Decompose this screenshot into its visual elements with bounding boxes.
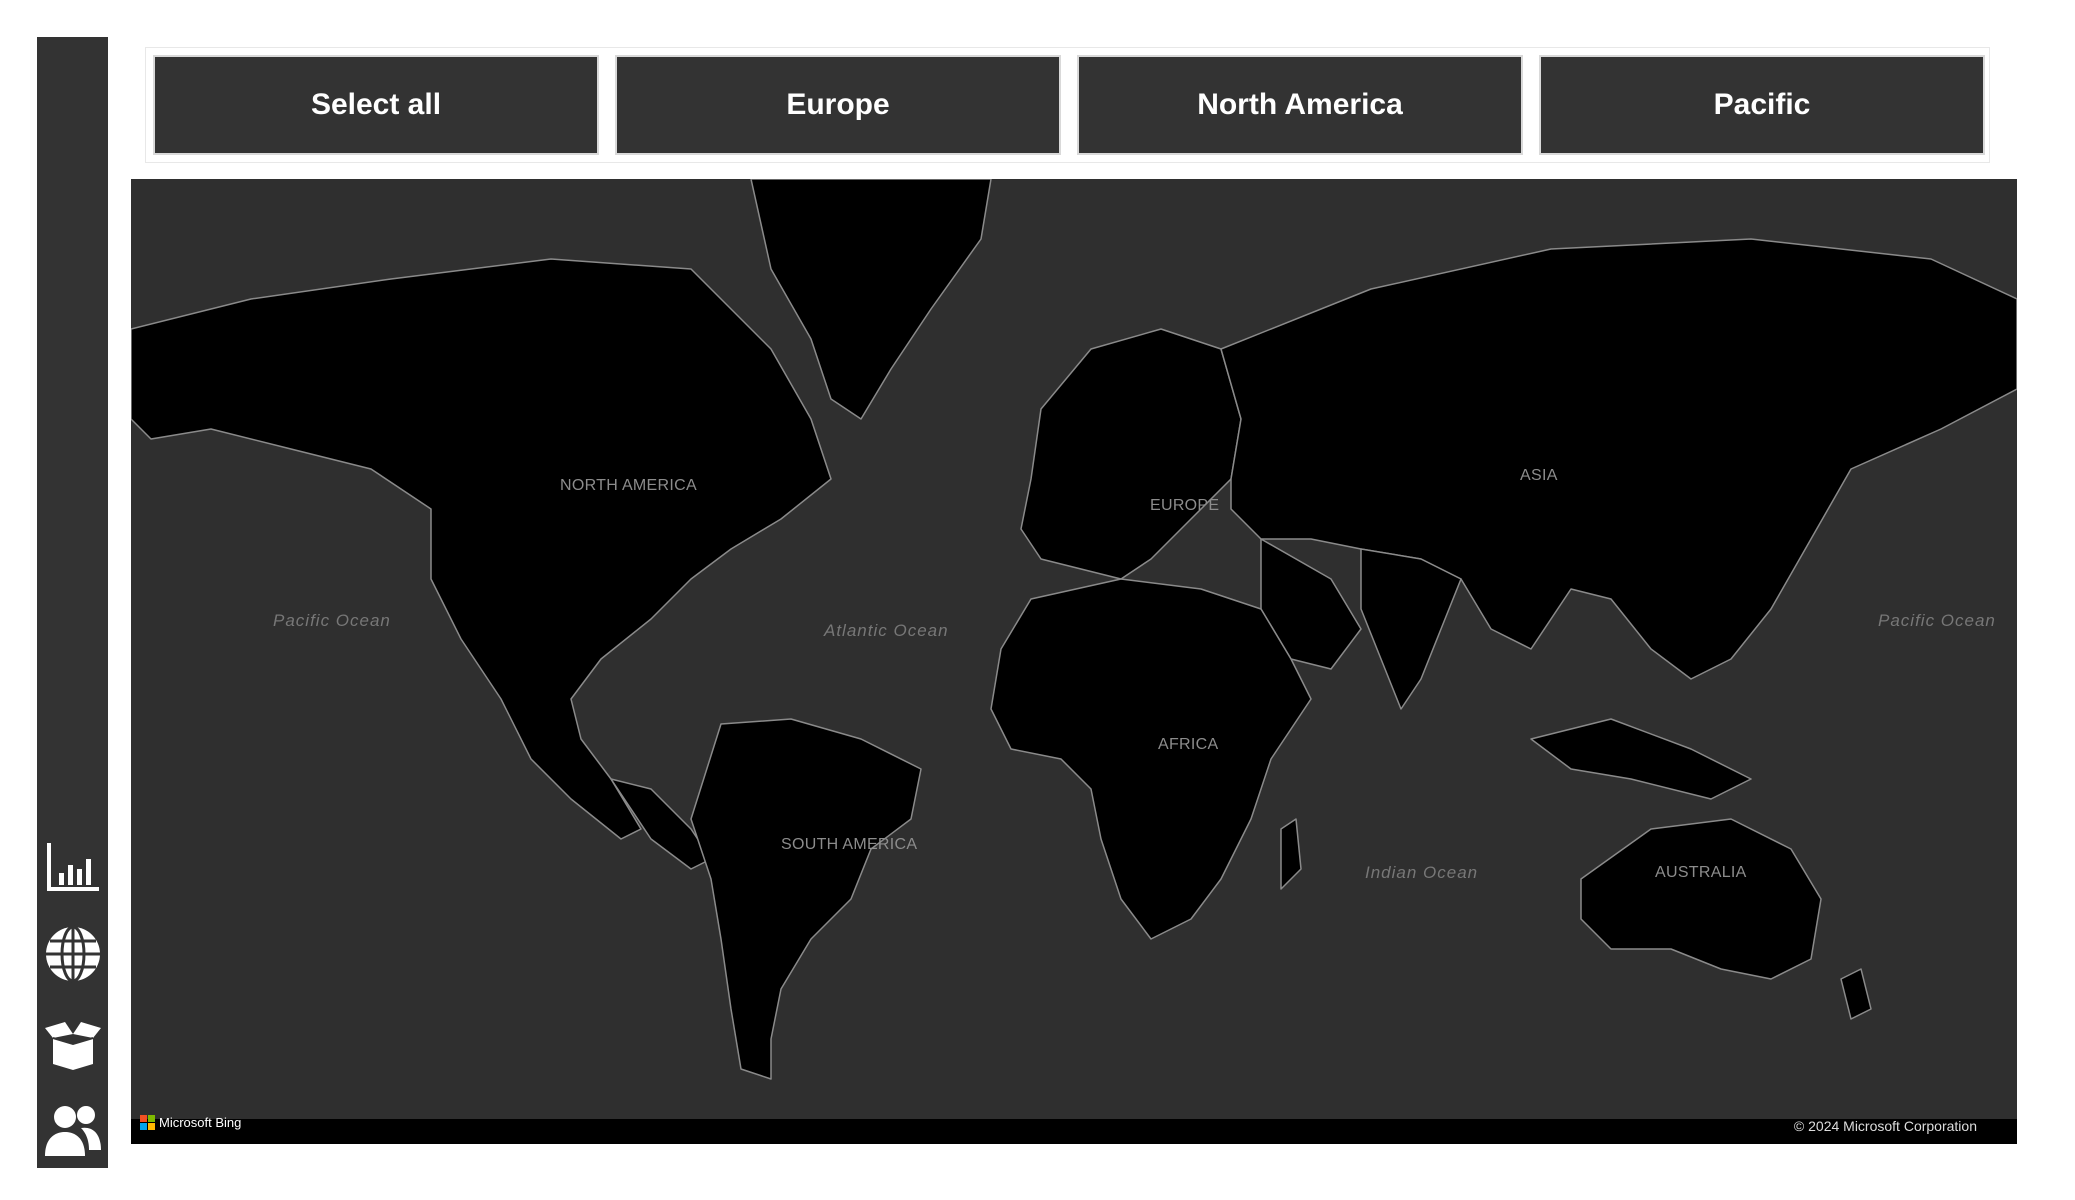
globe-icon[interactable] xyxy=(42,923,104,985)
bing-label: Microsoft Bing xyxy=(159,1115,242,1130)
open-box-icon[interactable] xyxy=(42,1013,104,1075)
label-australia: AUSTRALIA xyxy=(1655,864,1747,881)
label-europe: EUROPE xyxy=(1150,497,1220,514)
north-america-button[interactable]: North America xyxy=(1077,55,1523,155)
region-filter-panel: Select all Europe North America Pacific xyxy=(145,47,1990,163)
label-pacific-ocean-east: Pacific Ocean xyxy=(1878,611,1996,630)
label-asia: ASIA xyxy=(1520,467,1558,484)
pacific-button[interactable]: Pacific xyxy=(1539,55,1985,155)
label-pacific-ocean-west: Pacific Ocean xyxy=(273,611,391,630)
bar-chart-icon[interactable] xyxy=(42,836,104,898)
select-all-button[interactable]: Select all xyxy=(153,55,599,155)
microsoft-logo-icon xyxy=(140,1115,155,1130)
users-icon[interactable] xyxy=(42,1099,104,1161)
label-indian-ocean: Indian Ocean xyxy=(1365,863,1479,882)
label-africa: AFRICA xyxy=(1158,736,1219,753)
map-copyright: © 2024 Microsoft Corporation xyxy=(1793,1118,1977,1134)
map-canvas xyxy=(131,179,2017,1144)
label-atlantic-ocean: Atlantic Ocean xyxy=(824,621,949,640)
label-north-america: NORTH AMERICA xyxy=(560,477,697,494)
bing-attribution[interactable]: Microsoft Bing xyxy=(140,1115,241,1130)
sidebar-nav xyxy=(37,37,108,1168)
europe-button[interactable]: Europe xyxy=(615,55,1061,155)
antarctica-edge xyxy=(131,1119,2017,1144)
label-south-america: SOUTH AMERICA xyxy=(781,836,918,853)
world-map[interactable]: NORTH AMERICA EUROPE ASIA AFRICA SOUTH A… xyxy=(131,179,2017,1144)
